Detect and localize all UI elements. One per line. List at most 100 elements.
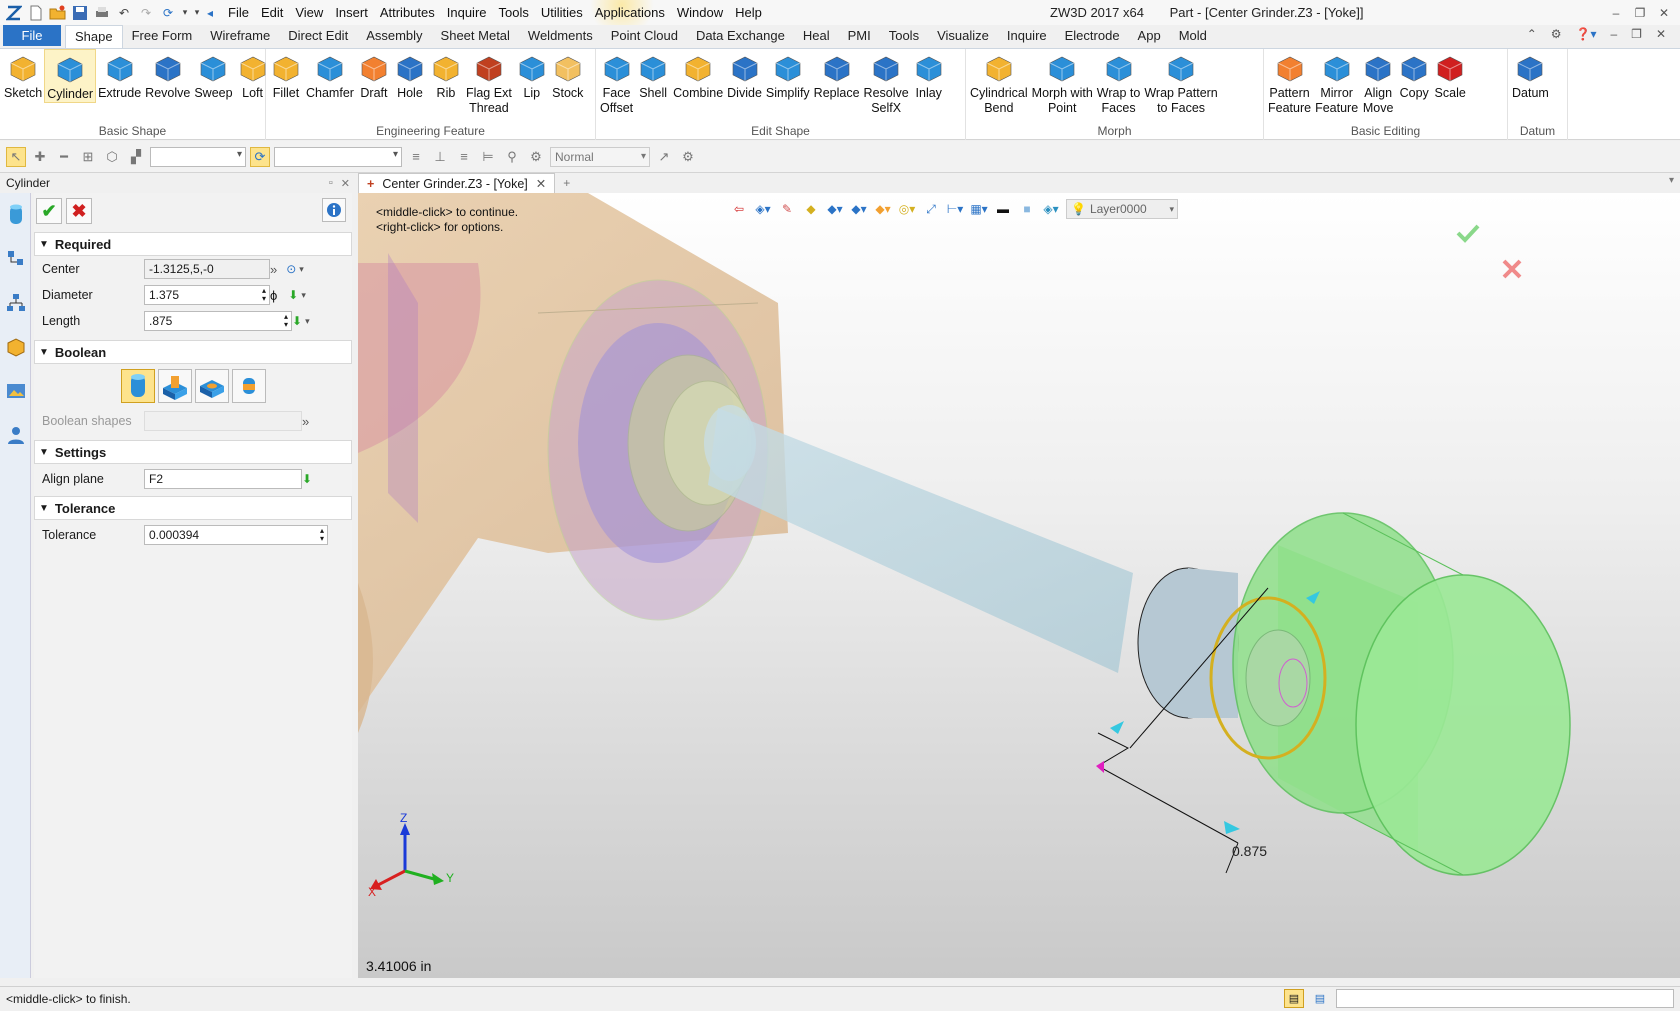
expand-icon[interactable]: » [302, 414, 309, 429]
line-style-icon[interactable]: ▬ [994, 200, 1012, 218]
grid-select-icon[interactable]: ⊞ [78, 147, 98, 167]
document-tab[interactable]: + Center Grinder.Z3 - [Yoke] ✕ [358, 173, 556, 193]
replace-button[interactable]: Replace [812, 49, 862, 101]
align-left-icon[interactable]: ≡ [406, 147, 426, 167]
measure-pick-icon[interactable]: ⬇ [288, 288, 298, 302]
drag-handle-icon[interactable] [1110, 721, 1124, 734]
render-mode-combo[interactable]: Normal ▾ [550, 146, 650, 167]
tab-heal[interactable]: Heal [794, 25, 839, 48]
distribute-icon[interactable]: ⊨ [478, 147, 498, 167]
diameter-field[interactable]: 1.375 ▴ ▾ [144, 285, 270, 305]
fillet-button[interactable]: Fillet [268, 49, 304, 101]
measure-pick-icon[interactable]: ⬇ [302, 472, 312, 486]
tolerance-field[interactable]: 0.000394 ▴ ▾ [144, 525, 328, 545]
tab-electrode[interactable]: Electrode [1056, 25, 1129, 48]
boolean-base-icon[interactable] [120, 369, 155, 403]
tab-sheet-metal[interactable]: Sheet Metal [432, 25, 519, 48]
new-tab-icon[interactable]: + [555, 173, 578, 193]
redo-icon[interactable]: ↷ [136, 3, 156, 23]
tab-shape[interactable]: Shape [65, 25, 123, 48]
morph-with-point-button[interactable]: Morph with Point [1030, 49, 1095, 116]
boolean-remove-icon[interactable] [194, 369, 229, 403]
save-icon[interactable] [70, 3, 90, 23]
menu-file[interactable]: File [222, 0, 255, 25]
boolean-section-header[interactable]: ▼ Boolean [34, 340, 352, 364]
add-icon[interactable]: ✚ [30, 147, 50, 167]
tab-pmi[interactable]: PMI [839, 25, 880, 48]
refresh-icon[interactable]: ⟳ [158, 3, 178, 23]
inlay-button[interactable]: Inlay [911, 49, 947, 101]
menu-inquire[interactable]: Inquire [441, 0, 493, 25]
expand-icon[interactable]: » [270, 262, 277, 277]
align-plane-field[interactable]: F2 [144, 469, 302, 489]
tab-tools[interactable]: Tools [880, 25, 928, 48]
datum-button[interactable]: Datum [1510, 49, 1551, 101]
dimension-label[interactable]: 0.875 [1232, 843, 1267, 859]
menu-attributes[interactable]: Attributes [374, 0, 441, 25]
pick-filter-icon[interactable]: ↖ [6, 146, 26, 167]
tolerance-section-header[interactable]: ▼ Tolerance [34, 496, 352, 520]
filter-combo[interactable] [150, 146, 246, 167]
file-tab[interactable]: File [3, 25, 61, 46]
layer-combo[interactable]: 💡 Layer0000 ▾ [1066, 199, 1178, 219]
panel-pin-icon[interactable]: ▫ [329, 177, 333, 190]
tab-close-icon[interactable]: ✕ [536, 176, 546, 191]
face-offset-button[interactable]: Face Offset [598, 49, 635, 116]
help-icon[interactable]: ❓▾ [1576, 27, 1597, 41]
tab-data-exchange[interactable]: Data Exchange [687, 25, 794, 48]
display-mode-icon[interactable]: ◆▾ [850, 200, 868, 218]
exit-icon[interactable]: ⇦ [730, 200, 748, 218]
chamfer-button[interactable]: Chamfer [304, 49, 356, 101]
close-icon[interactable]: ✕ [1652, 6, 1676, 20]
menu-view[interactable]: View [289, 0, 329, 25]
draft-button[interactable]: Draft [356, 49, 392, 101]
restore-icon[interactable]: ❐ [1628, 6, 1652, 20]
status-list-icon[interactable]: ▤ [1310, 989, 1330, 1008]
back-arrow-icon[interactable]: ◂ [204, 3, 216, 23]
align-right-icon[interactable]: ≡ [454, 147, 474, 167]
image-browser-icon[interactable] [0, 369, 31, 413]
cylinder-button[interactable]: Cylinder [44, 49, 97, 103]
chevron-down-icon[interactable]: ▾ [180, 3, 190, 23]
anchor-point-icon[interactable] [1096, 761, 1104, 773]
pattern-feature-button[interactable]: Pattern Feature [1266, 49, 1313, 116]
boolean-add-icon[interactable] [157, 369, 192, 403]
pin-icon[interactable]: ⚲ [502, 147, 522, 167]
tab-visualize[interactable]: Visualize [928, 25, 998, 48]
undo-icon[interactable]: ↶ [114, 3, 134, 23]
status-view-icon[interactable]: ▤ [1284, 989, 1304, 1008]
3d-viewport[interactable]: ⇦ ◈▾ ✎ ◆ ◆▾ ◆▾ ◆▾ ◎▾ ⤢ ⊢▾ ▦▾ ▬ ■ ◈▾ 💡 Lay… [358, 193, 1680, 978]
extrude-button[interactable]: Extrude [96, 49, 143, 101]
wrap-to-faces-button[interactable]: Wrap to Faces [1095, 49, 1143, 116]
entity-combo[interactable] [274, 146, 402, 167]
chevron-down-icon[interactable]: ▾ [301, 290, 306, 301]
cylindrical-bend-button[interactable]: Cylindrical Bend [968, 49, 1030, 116]
length-field[interactable]: .875 ▴ ▾ [144, 311, 292, 331]
combine-button[interactable]: Combine [671, 49, 725, 101]
lip-button[interactable]: Lip [514, 49, 550, 101]
rib-button[interactable]: Rib [428, 49, 464, 101]
collapse-ribbon-icon[interactable]: ⌃ [1527, 27, 1537, 41]
mirror-feature-button[interactable]: Mirror Feature [1313, 49, 1360, 116]
copy-button[interactable]: Copy [1396, 49, 1432, 101]
menu-insert[interactable]: Insert [329, 0, 374, 25]
shell-button[interactable]: Shell [635, 49, 671, 101]
viewport-cancel-icon[interactable] [1502, 259, 1522, 279]
panel-close-icon[interactable]: ✕ [341, 177, 350, 190]
tab-free-form[interactable]: Free Form [123, 25, 202, 48]
print-icon[interactable] [92, 3, 112, 23]
tab-wireframe[interactable]: Wireframe [201, 25, 279, 48]
divide-button[interactable]: Divide [725, 49, 764, 101]
settings-icon[interactable]: ⚙ [678, 147, 698, 167]
gear-icon[interactable]: ⚙ [1551, 27, 1562, 41]
menu-window[interactable]: Window [671, 0, 729, 25]
tab-direct-edit[interactable]: Direct Edit [279, 25, 357, 48]
remove-icon[interactable]: ━ [54, 147, 74, 167]
center-field[interactable]: -1.3125,5,-0 [144, 259, 270, 279]
cursor-icon[interactable]: ↗ [654, 147, 674, 167]
color-swatch-icon[interactable]: ■ [1018, 200, 1036, 218]
hide-icon[interactable]: ◎▾ [898, 200, 916, 218]
sweep-button[interactable]: Sweep [192, 49, 234, 101]
minimize-doc-icon[interactable]: – [1610, 27, 1617, 41]
open-file-icon[interactable] [48, 3, 68, 23]
